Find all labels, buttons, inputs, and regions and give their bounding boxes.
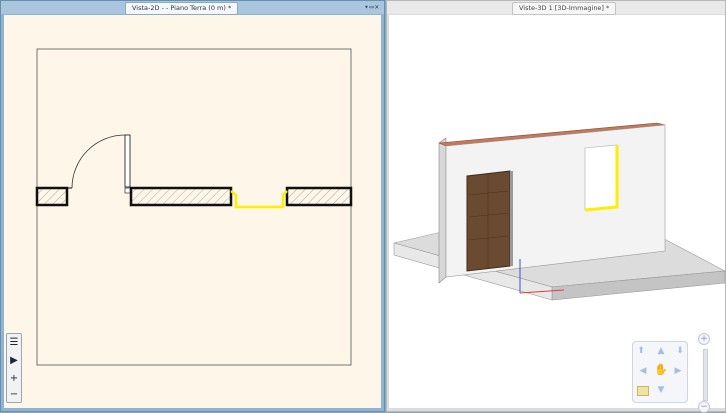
plan-boundary: [36, 48, 352, 366]
pan-left-icon[interactable]: ◀: [637, 365, 649, 377]
zoom-in-icon[interactable]: +: [7, 372, 21, 386]
wall-segment-center: [129, 186, 233, 207]
plan-view-titlebar[interactable]: Vista-2D - - Piano Terra (0 m) * ▾▭✕: [1, 1, 384, 15]
door-3d: [466, 170, 511, 272]
plan-toolstrip: ☰ ▶ + −: [6, 333, 22, 403]
pan-hand-icon[interactable]: ✋: [654, 364, 668, 376]
door-jamb-marker: [124, 187, 131, 194]
door-frame-side: [510, 171, 513, 266]
window-opening: [230, 190, 288, 209]
plan-view-title-tab[interactable]: Vista-2D - - Piano Terra (0 m) *: [125, 2, 239, 15]
3d-view-window[interactable]: Viste-3D 1 [3D-Immagine] * ⬆ ▲ ⬇ ◀ ✋ ▶ ▼…: [386, 0, 726, 413]
3d-canvas[interactable]: ⬆ ▲ ⬇ ◀ ✋ ▶ ▼ + −: [389, 15, 726, 413]
pan-down-icon[interactable]: ▼: [655, 384, 667, 396]
door-leaf: [124, 134, 131, 188]
list-icon[interactable]: ☰: [7, 336, 21, 350]
pan-right-icon[interactable]: ▶: [672, 365, 684, 377]
wall-segment-right: [285, 186, 353, 207]
pan-up-icon[interactable]: ▲: [655, 345, 667, 357]
zoom-control: + −: [698, 333, 712, 413]
view-preview-icon[interactable]: [637, 386, 649, 396]
plan-view-window[interactable]: Vista-2D - - Piano Terra (0 m) * ▾▭✕ ☰ ▶…: [0, 0, 385, 412]
tilt-down-icon[interactable]: ⬇: [674, 345, 686, 357]
wall-segment-left: [35, 186, 69, 207]
wall-end-face: [438, 137, 447, 284]
3d-view-title-tab[interactable]: Viste-3D 1 [3D-Immagine] *: [512, 2, 617, 15]
zoom-slider-track[interactable]: [703, 349, 708, 401]
plan-canvas[interactable]: ☰ ▶ + −: [4, 15, 381, 408]
door-swing-arc: [71, 134, 126, 189]
zoom-out-icon[interactable]: −: [7, 388, 21, 402]
zoom-in-icon[interactable]: +: [698, 333, 710, 345]
expand-arrow-icon[interactable]: ▶: [7, 354, 21, 368]
window-3d: [584, 144, 618, 211]
zoom-out-icon[interactable]: −: [698, 401, 710, 413]
tilt-up-icon[interactable]: ⬆: [635, 345, 647, 357]
window-controls[interactable]: ▾▭✕: [364, 3, 380, 11]
navigation-control: ⬆ ▲ ⬇ ◀ ✋ ▶ ▼: [632, 341, 688, 403]
floor-plan-drawing: [35, 48, 353, 366]
3d-view-titlebar[interactable]: Viste-3D 1 [3D-Immagine] *: [387, 1, 725, 15]
